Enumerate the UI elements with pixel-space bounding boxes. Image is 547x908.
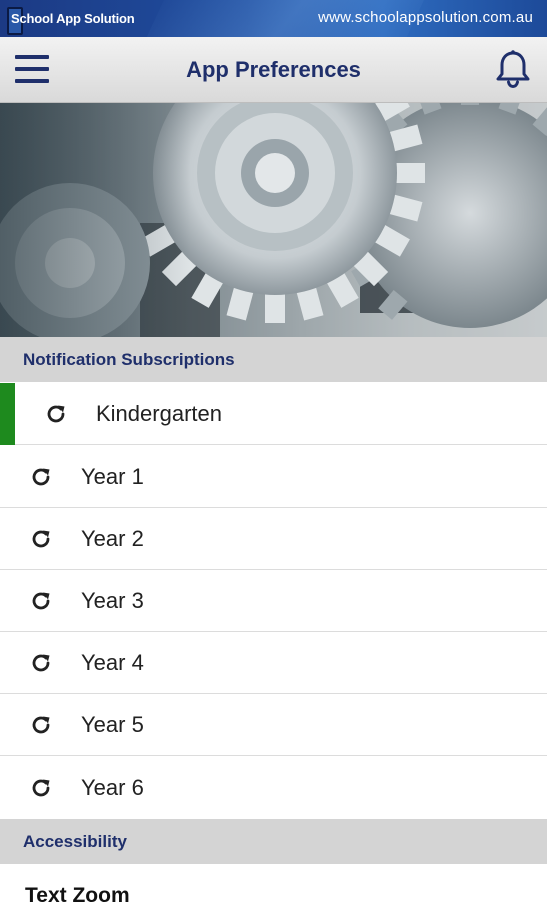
- refresh-icon: [29, 651, 53, 675]
- refresh-icon: [29, 465, 53, 489]
- page-title: App Preferences: [186, 57, 361, 82]
- subscription-item-year-1[interactable]: Year 1: [0, 446, 547, 508]
- subscription-label: Year 6: [81, 775, 144, 800]
- brand-url: www.schoolappsolution.com.au: [318, 9, 533, 26]
- refresh-icon: [29, 713, 53, 737]
- text-zoom-label: Text Zoom: [25, 884, 130, 907]
- subscription-label: Year 2: [81, 526, 144, 551]
- brand-banner: School App Solution www.schoolappsolutio…: [0, 0, 547, 37]
- refresh-icon: [29, 589, 53, 613]
- brand-name: School App Solution: [11, 11, 135, 26]
- section-header-accessibility: Accessibility: [0, 819, 547, 864]
- subscription-label: Year 4: [81, 650, 144, 675]
- refresh-icon: [29, 776, 53, 800]
- subscription-item-kindergarten[interactable]: Kindergarten: [0, 383, 547, 445]
- subscription-item-year-4[interactable]: Year 4: [0, 632, 547, 694]
- subscription-item-year-3[interactable]: Year 3: [0, 570, 547, 632]
- section-header-notifications: Notification Subscriptions: [0, 337, 547, 382]
- subscription-item-year-6[interactable]: Year 6: [0, 757, 547, 818]
- selected-indicator: [0, 383, 15, 445]
- hero-gears-image: [0, 103, 547, 337]
- section-title: Notification Subscriptions: [23, 350, 235, 369]
- refresh-icon: [29, 527, 53, 551]
- bell-icon[interactable]: [494, 49, 532, 89]
- app-header: App Preferences: [0, 37, 547, 103]
- subscription-label: Year 3: [81, 588, 144, 613]
- section-title: Accessibility: [23, 832, 127, 851]
- subscription-label: Year 1: [81, 464, 144, 489]
- subscription-label: Year 5: [81, 712, 144, 737]
- refresh-icon: [44, 402, 68, 426]
- subscription-item-year-2[interactable]: Year 2: [0, 508, 547, 570]
- subscription-item-year-5[interactable]: Year 5: [0, 694, 547, 756]
- subscription-label: Kindergarten: [96, 401, 222, 426]
